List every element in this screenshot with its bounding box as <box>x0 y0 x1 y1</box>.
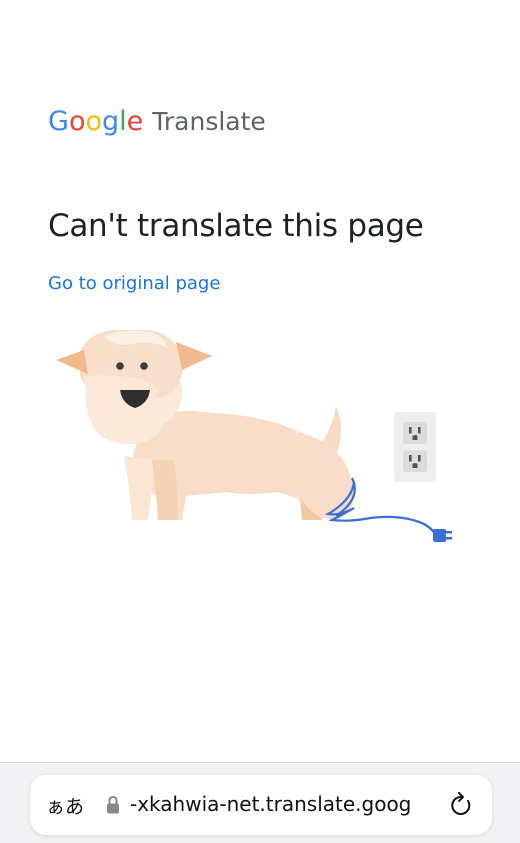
outlet-socket-top <box>403 422 427 444</box>
lock-icon <box>107 795 119 814</box>
dog-ear-right <box>176 342 212 370</box>
dog-front-leg-2 <box>152 460 178 520</box>
dog-front-leg <box>124 456 156 520</box>
dog-eye-left <box>116 362 124 370</box>
logo-letter: g <box>102 106 120 137</box>
browser-address-bar: ぁあ -xkahwia-net.translate.goog <box>0 762 520 843</box>
power-plug <box>433 529 446 542</box>
address-field[interactable]: ぁあ -xkahwia-net.translate.goog <box>30 775 492 835</box>
unplugged-dog-illustration <box>56 330 452 542</box>
outlet-socket-bottom <box>403 450 427 472</box>
translate-error-page: G o o g l e Translate Can't translate th… <box>0 0 520 762</box>
dog-ear-left <box>56 350 88 374</box>
text-size-button[interactable]: ぁあ <box>46 792 84 819</box>
url-text[interactable]: -xkahwia-net.translate.goog <box>130 792 440 816</box>
page-title: Can't translate this page <box>48 208 424 244</box>
reload-icon[interactable] <box>448 791 474 819</box>
product-name: Translate <box>152 107 266 136</box>
google-translate-logo: G o o g l e Translate <box>48 106 266 142</box>
logo-letter: o <box>85 106 102 137</box>
logo-letter: G <box>48 106 69 137</box>
go-to-original-link[interactable]: Go to original page <box>48 273 220 294</box>
logo-letter: o <box>68 106 86 137</box>
logo-letter: e <box>126 106 144 137</box>
logo-letter: l <box>119 106 127 137</box>
dog-eye-right <box>140 362 148 370</box>
